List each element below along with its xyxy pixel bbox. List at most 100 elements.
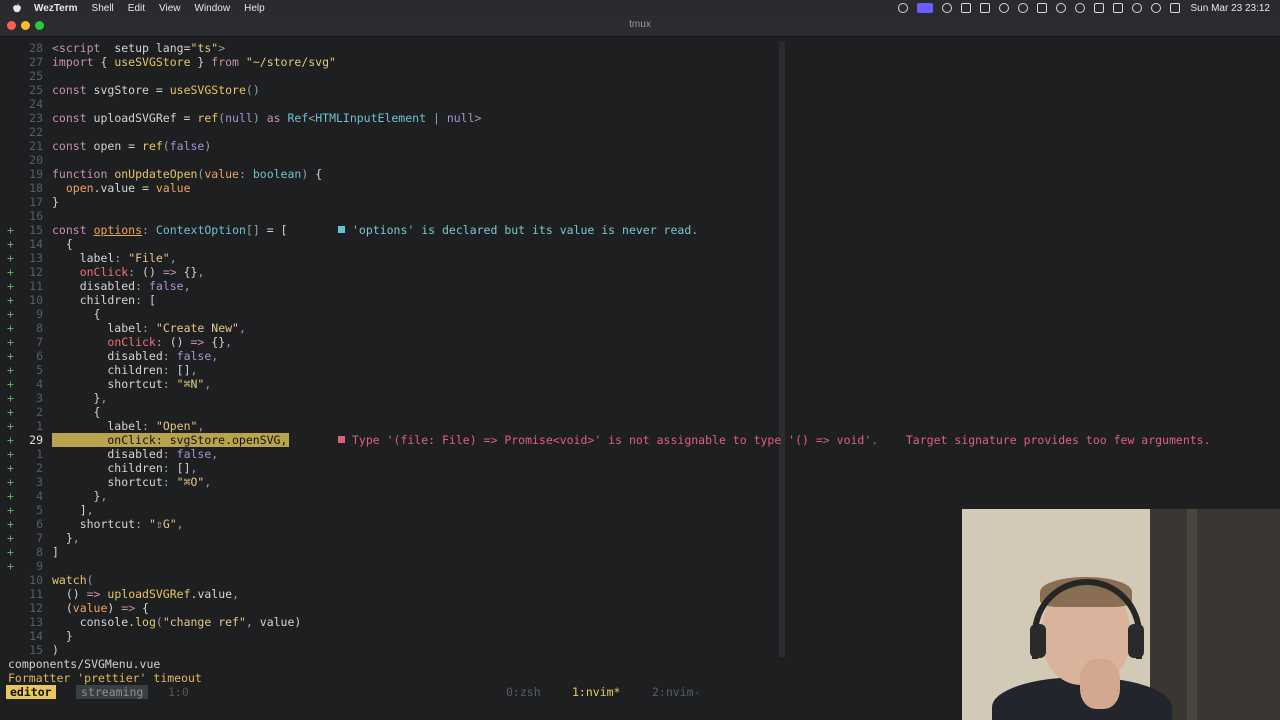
code-token: > [474, 111, 482, 125]
code-token: {} [176, 265, 198, 279]
wifi-icon[interactable] [1131, 3, 1142, 13]
code-text: }, [52, 489, 108, 503]
apple-icon[interactable] [12, 3, 22, 13]
code-token: false [169, 139, 205, 153]
code-token: : [142, 321, 149, 335]
code-line[interactable]: 25 const svgStore = useSVGStore() [0, 83, 1280, 97]
code-token: onClick [107, 335, 156, 349]
code-text: const uploadSVGRef = ref(null) as Ref<HT… [52, 111, 481, 125]
menu-item-app[interactable]: WezTerm [34, 3, 78, 14]
menu-item-help[interactable]: Help [244, 3, 265, 14]
code-line[interactable]: +4 }, [0, 489, 1280, 503]
code-token: label [52, 321, 143, 335]
code-line[interactable]: 19 function onUpdateOpen(value: boolean) … [0, 167, 1280, 181]
code-line[interactable]: 25 [0, 69, 1280, 83]
code-line[interactable]: 18 open.value = value [0, 181, 1280, 195]
code-line[interactable]: +8 label: "Create New", [0, 321, 1280, 335]
code-token: , [211, 349, 219, 363]
code-line[interactable]: +15 const options: ContextOption[] = ['op… [0, 223, 1280, 237]
line-number: 5 [36, 503, 43, 517]
code-line[interactable]: +6 disabled: false, [0, 349, 1280, 363]
code-token: useSVGStore [114, 55, 191, 69]
line-number: 29 [29, 433, 43, 447]
color-icon[interactable] [998, 3, 1009, 13]
control-center-icon[interactable] [1169, 3, 1180, 13]
code-text: { [52, 405, 101, 419]
line-number: 25 [29, 83, 43, 97]
lock-icon[interactable] [979, 3, 990, 13]
code-token: "⌘N" [176, 377, 205, 391]
code-text: disabled: false, [52, 349, 218, 363]
clock[interactable]: Sun Mar 23 23:12 [1191, 3, 1271, 14]
menu-item-shell[interactable]: Shell [92, 3, 114, 14]
display-icon[interactable] [1036, 3, 1047, 13]
play-icon[interactable] [1074, 3, 1085, 13]
code-line[interactable]: +9 { [0, 307, 1280, 321]
tmux-window[interactable]: 0:zsh [506, 685, 541, 699]
code-line[interactable]: +10 children: [ [0, 293, 1280, 307]
git-sign: + [7, 237, 14, 251]
code-token: shortcut [52, 517, 136, 531]
tmux-window-active[interactable]: 1:nvim* [572, 685, 620, 699]
code-line[interactable]: +3 shortcut: "⌘O", [0, 475, 1280, 489]
code-line[interactable]: +29 onClick: svgStore.openSVG, Type '(fil… [0, 433, 1280, 447]
line-number: 7 [36, 531, 43, 545]
grid-icon[interactable] [941, 3, 952, 13]
record-icon[interactable] [897, 3, 908, 13]
code-line[interactable]: 23 const uploadSVGRef = ref(null) as Ref<… [0, 111, 1280, 125]
tmux-session-active[interactable]: editor [6, 685, 56, 699]
menu-item-window[interactable]: Window [195, 3, 231, 14]
warning-diagnostic: 'options' is declared but its value is n… [338, 223, 698, 237]
code-token: ( [155, 615, 163, 629]
menu-item-edit[interactable]: Edit [128, 3, 145, 14]
line-number: 20 [29, 153, 43, 167]
search-icon[interactable] [1150, 3, 1161, 13]
code-line[interactable]: 20 [0, 153, 1280, 167]
location-icon[interactable] [1055, 3, 1066, 13]
code-line[interactable]: +2 { [0, 405, 1280, 419]
menu-item-view[interactable]: View [159, 3, 181, 14]
code-line[interactable]: +1 label: "Open", [0, 419, 1280, 433]
code-line[interactable]: 24 [0, 97, 1280, 111]
code-line[interactable]: +7 onClick: () => {}, [0, 335, 1280, 349]
code-text: onClick: () => {}, [52, 335, 232, 349]
code-text: const open = ref(false) [52, 139, 211, 153]
clipboard-icon[interactable] [960, 3, 971, 13]
code-line[interactable]: 17} [0, 195, 1280, 209]
code-line[interactable]: 22 [0, 125, 1280, 139]
code-token: value [72, 601, 108, 615]
battery-icon[interactable] [1093, 3, 1104, 13]
code-text: }, [52, 531, 80, 545]
tmux-window[interactable]: 2:nvim- [652, 685, 700, 699]
code-line[interactable]: 27 import { useSVGStore } from "~/store/s… [0, 55, 1280, 69]
code-line[interactable]: +3 }, [0, 391, 1280, 405]
git-sign: + [7, 489, 14, 503]
line-number: 16 [29, 209, 43, 223]
code-line[interactable]: 16 [0, 209, 1280, 223]
code-line[interactable]: +5 children: [], [0, 363, 1280, 377]
screen-share-icon[interactable] [916, 3, 933, 13]
code-text: { [52, 237, 73, 251]
code-token: boolean [252, 167, 302, 181]
code-line[interactable]: +1 disabled: false, [0, 447, 1280, 461]
tmux-session[interactable]: streaming [76, 685, 149, 699]
code-token: open = [86, 139, 143, 153]
code-token: useSVGStore [169, 83, 246, 97]
code-token: { [52, 237, 73, 251]
code-line[interactable]: 21 const open = ref(false) [0, 139, 1280, 153]
code-line[interactable]: +12 onClick: () => {}, [0, 265, 1280, 279]
keyboard-icon[interactable] [1112, 3, 1123, 13]
code-token: { [135, 601, 149, 615]
code-line[interactable]: +2 children: [], [0, 461, 1280, 475]
code-line[interactable]: +13 label: "File", [0, 251, 1280, 265]
code-token: Ref [287, 111, 309, 125]
code-text: watch( [52, 573, 94, 587]
code-token: log [135, 615, 156, 629]
code-line[interactable]: +14 { [0, 237, 1280, 251]
code-line[interactable]: 28 <script setup lang="ts"> [0, 41, 1280, 55]
code-line[interactable]: +11 disabled: false, [0, 279, 1280, 293]
code-line[interactable]: +4 shortcut: "⌘N", [0, 377, 1280, 391]
cloud-icon[interactable] [1017, 3, 1028, 13]
